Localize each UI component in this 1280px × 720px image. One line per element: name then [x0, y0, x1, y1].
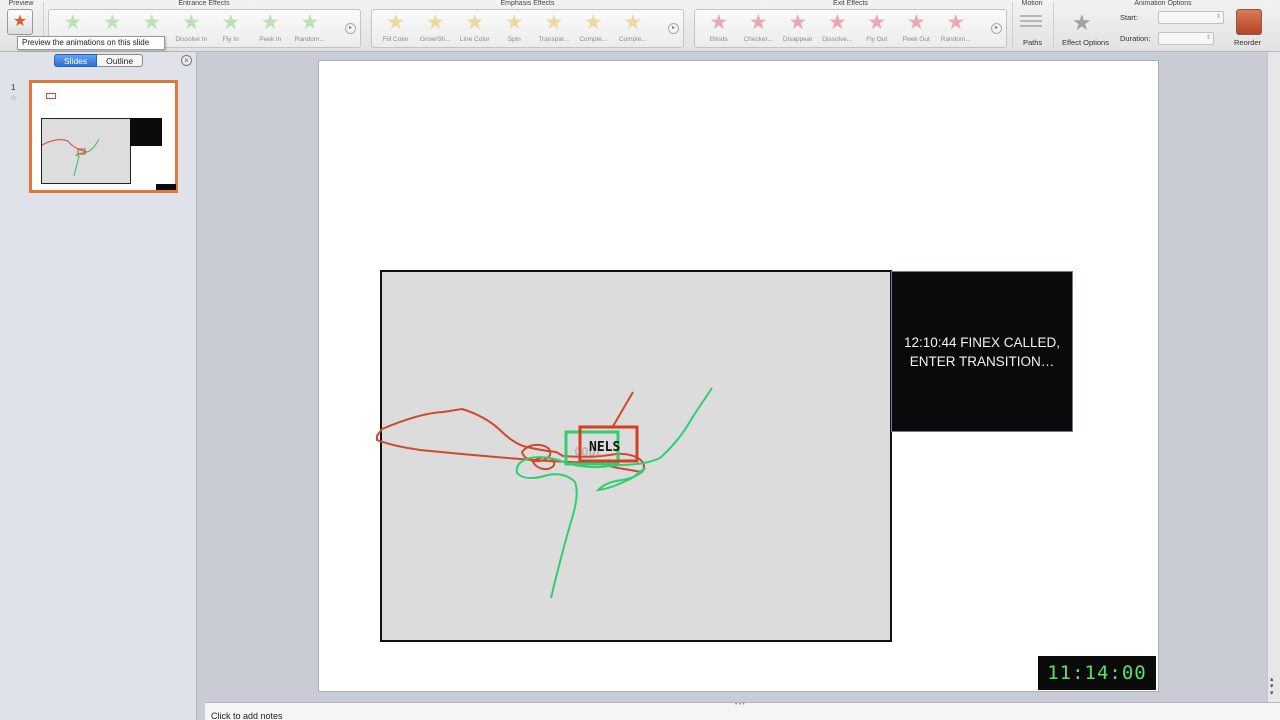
ink-annotations: COOL NELS — [376, 387, 713, 599]
caption-box[interactable]: 12:10:44 FINEX CALLED, ENTER TRANSITION… — [891, 271, 1073, 432]
green-ink-stroke — [515, 387, 713, 599]
caption-text: 12:10:44 FINEX CALLED, ENTER TRANSITION… — [903, 334, 1061, 369]
splitter-handle-icon[interactable]: • • • — [735, 702, 745, 708]
vertical-scrollbar[interactable] — [1267, 52, 1280, 702]
scroll-arrows-icon[interactable]: ▴ ▾ ▾ — [1270, 676, 1274, 697]
notes-placeholder[interactable]: Click to add notes — [211, 711, 283, 720]
nels-label: NELS — [589, 440, 620, 455]
red-ink-stroke — [611, 391, 634, 429]
clock-display[interactable]: 11:14:00 — [1038, 656, 1156, 690]
